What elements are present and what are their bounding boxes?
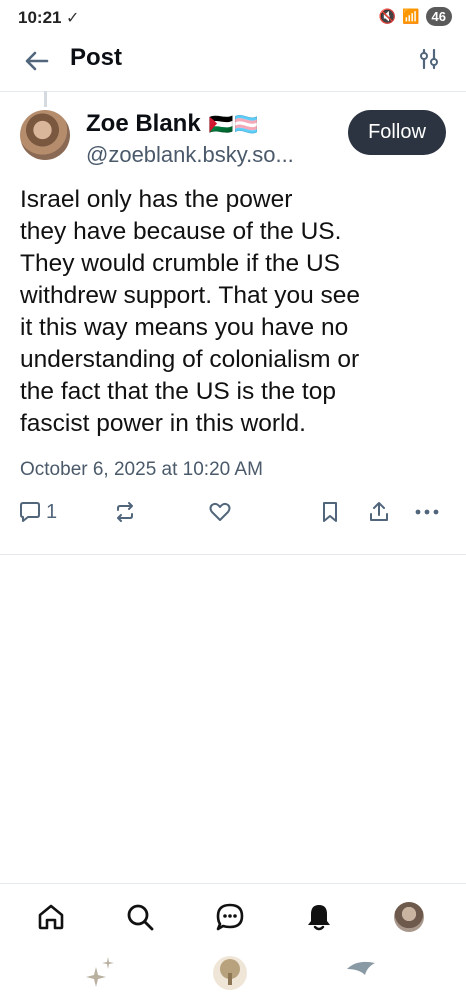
nav-search[interactable] [123,900,157,934]
post-timestamp: October 6, 2025 at 10:20 AM [20,459,263,480]
status-icons: 🔇 📶 46 [379,7,452,26]
reply-button[interactable]: 1 [18,500,57,524]
share-button[interactable] [367,500,391,524]
filter-button[interactable] [418,48,440,70]
battery-badge: 46 [425,7,452,26]
repost-button[interactable] [113,500,137,524]
more-icon [415,509,439,515]
checkmark-icon: ✓ [66,10,80,27]
share-icon [370,502,388,521]
like-button[interactable] [208,500,232,524]
thread-line [44,91,47,107]
sliders-icon [420,48,438,70]
bird-icon [347,961,375,975]
heart-icon [209,502,231,521]
status-time: 10:21 [18,8,62,27]
page-title: Post [70,44,123,71]
post-actions: 1 [0,500,466,536]
author-avatar[interactable] [20,110,70,160]
mute-icon: 🔇 [378,8,397,24]
sparkle-app-button[interactable] [86,955,116,992]
chat-icon [216,903,244,931]
nav-notifications[interactable] [302,900,336,934]
tree-icon [213,956,247,990]
author-flags: 🇵🇸🏳️‍⚧️ [208,113,259,136]
header-divider [0,91,466,92]
nav-chat[interactable] [213,900,247,934]
bookmark-button[interactable] [318,500,342,524]
back-arrow-icon [25,51,49,71]
reply-count: 1 [46,500,58,523]
comment-icon [20,502,40,522]
author-handle[interactable]: @zoeblank.bsky.so... [86,142,294,168]
sparkle-icon [86,957,114,987]
tree-app-button[interactable] [212,955,248,996]
post-text: Israel only has the power they have beca… [20,186,361,437]
author-name-row[interactable]: Zoe Blank 🇵🇸🏳️‍⚧️ [86,110,259,138]
nav-profile[interactable] [392,900,426,934]
more-button[interactable] [414,500,440,524]
search-icon [127,904,154,931]
post-divider [0,554,466,555]
home-icon [38,904,64,930]
nav-divider [0,883,466,884]
bookmark-icon [323,502,337,522]
author-name[interactable]: Zoe Blank [86,110,201,138]
bird-app-button[interactable] [345,955,377,984]
wifi-icon: 📶 [402,8,420,24]
nav-home[interactable] [34,900,68,934]
back-button[interactable] [22,46,52,76]
follow-button[interactable]: Follow [348,110,446,155]
bell-icon [308,905,330,931]
profile-avatar [394,902,424,932]
repost-icon [117,502,133,522]
